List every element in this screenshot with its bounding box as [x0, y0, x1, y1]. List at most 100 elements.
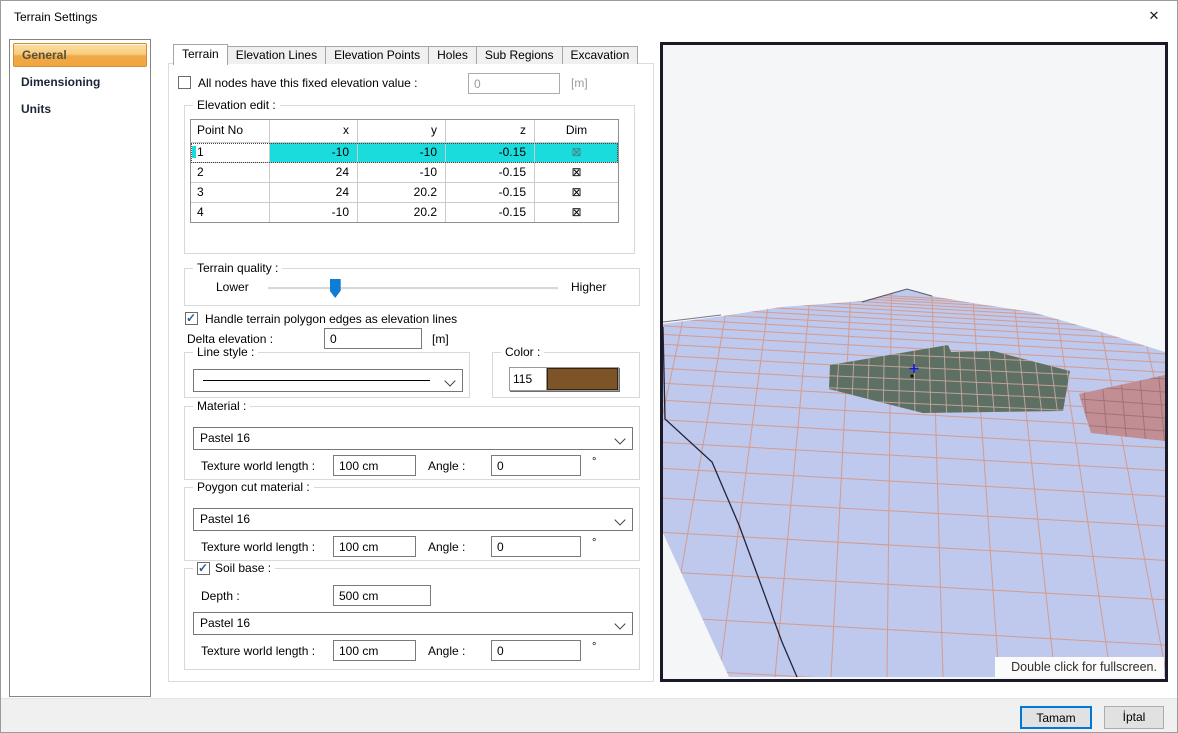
angle-label: Angle : [428, 540, 465, 554]
tab-excavation[interactable]: Excavation [562, 46, 639, 64]
tab-elevation-lines[interactable]: Elevation Lines [227, 46, 326, 64]
terrain-3d-preview[interactable]: Double click for fullscreen. [660, 42, 1168, 682]
cell-x[interactable]: -10 [270, 143, 358, 162]
elevation-table: Point No x y z Dim 1 -10 -10 -0.15 ⊠ 2 2… [190, 119, 619, 223]
fullscreen-hint: Double click for fullscreen. [995, 657, 1164, 678]
chevron-down-icon [614, 514, 625, 525]
delta-elevation-input[interactable] [324, 328, 422, 349]
settings-nav: General Dimensioning Units [9, 39, 151, 697]
chevron-down-icon [614, 433, 625, 444]
polygon-cut-selected-value: Pastel 16 [200, 512, 250, 526]
soil-base-material-dropdown[interactable]: Pastel 16 [193, 612, 633, 635]
cell-point-no[interactable]: 4 [191, 203, 270, 222]
table-row[interactable]: 3 24 20.2 -0.15 ⊠ [191, 183, 618, 203]
degree-unit: ° [592, 641, 596, 653]
col-y[interactable]: y [358, 120, 446, 142]
color-legend: Color : [501, 345, 544, 360]
fixed-elevation-input[interactable] [468, 73, 560, 94]
soil-base-selected-value: Pastel 16 [200, 616, 250, 630]
line-style-legend: Line style : [193, 345, 258, 360]
table-row[interactable]: 1 -10 -10 -0.15 ⊠ [191, 143, 618, 163]
chevron-down-icon [444, 375, 455, 386]
fixed-elevation-label: All nodes have this fixed elevation valu… [198, 76, 417, 90]
quality-slider-track[interactable] [268, 287, 558, 289]
table-row[interactable]: 2 24 -10 -0.15 ⊠ [191, 163, 618, 183]
elevation-table-header: Point No x y z Dim [191, 120, 618, 143]
angle-input[interactable] [491, 455, 581, 476]
col-dim[interactable]: Dim [535, 120, 618, 142]
cell-x[interactable]: -10 [270, 203, 358, 222]
polygon-cut-dropdown[interactable]: Pastel 16 [193, 508, 633, 531]
sidebar-item-units[interactable]: Units [13, 97, 147, 121]
col-point-no[interactable]: Point No [191, 120, 270, 142]
soil-base-legend: Soil base : [193, 561, 275, 576]
cell-y[interactable]: -10 [358, 143, 446, 162]
depth-label: Depth : [201, 589, 240, 603]
cell-x[interactable]: 24 [270, 183, 358, 202]
line-style-dropdown[interactable] [193, 369, 463, 392]
col-x[interactable]: x [270, 120, 358, 142]
fixed-elevation-checkbox[interactable] [178, 76, 191, 89]
quality-slider-thumb[interactable] [330, 279, 341, 298]
angle-input[interactable] [491, 640, 581, 661]
cell-y[interactable]: 20.2 [358, 183, 446, 202]
texture-length-label: Texture world length : [201, 540, 315, 554]
handle-edges-checkbox[interactable] [185, 312, 198, 325]
cell-x[interactable]: 24 [270, 163, 358, 182]
material-legend: Material : [193, 399, 250, 414]
texture-length-label: Texture world length : [201, 644, 315, 658]
dim-checkbox-icon[interactable]: ⊠ [535, 143, 618, 162]
polygon-cut-material-group: Poygon cut material : Pastel 16 Texture … [184, 487, 640, 561]
tab-sub-regions[interactable]: Sub Regions [476, 46, 563, 64]
dim-checkbox-icon[interactable]: ⊠ [535, 203, 618, 222]
cell-point-no: 1 [191, 143, 270, 162]
soil-base-label: Soil base : [215, 561, 271, 576]
soil-base-group: Soil base : Depth : Pastel 16 Texture wo… [184, 568, 640, 670]
terrain-quality-legend: Terrain quality : [193, 261, 282, 276]
terrain-settings-dialog: Terrain Settings ✕ General Dimensioning … [0, 0, 1178, 733]
polygon-cut-legend: Poygon cut material : [193, 480, 314, 495]
handle-edges-label: Handle terrain polygon edges as elevatio… [205, 312, 457, 326]
delta-elevation-unit: [m] [432, 332, 449, 346]
elevation-edit-legend: Elevation edit : [193, 98, 280, 113]
color-picker[interactable]: 115 [509, 367, 619, 391]
cell-y[interactable]: 20.2 [358, 203, 446, 222]
texture-length-input[interactable] [333, 455, 416, 476]
preview-canvas [663, 45, 1165, 679]
cell-point-no[interactable]: 3 [191, 183, 270, 202]
cell-z[interactable]: -0.15 [446, 203, 535, 222]
soil-base-checkbox[interactable] [197, 562, 210, 575]
angle-input[interactable] [491, 536, 581, 557]
window-title: Terrain Settings [14, 10, 97, 24]
texture-length-input[interactable] [333, 640, 416, 661]
texture-length-input[interactable] [333, 536, 416, 557]
cancel-button[interactable]: İptal [1104, 706, 1164, 729]
cell-z[interactable]: -0.15 [446, 143, 535, 162]
angle-label: Angle : [428, 459, 465, 473]
slider-higher-label: Higher [571, 280, 606, 294]
terrain-quality-group: Terrain quality : Lower Higher [184, 268, 640, 306]
tab-strip: Terrain Elevation Lines Elevation Points… [173, 44, 637, 64]
material-group: Material : Pastel 16 Texture world lengt… [184, 406, 640, 480]
ok-button[interactable]: Tamam [1020, 706, 1092, 729]
table-row[interactable]: 4 -10 20.2 -0.15 ⊠ [191, 203, 618, 222]
color-swatch[interactable] [547, 368, 618, 390]
cell-y[interactable]: -10 [358, 163, 446, 182]
sidebar-item-general[interactable]: General [13, 43, 147, 67]
cell-z[interactable]: -0.15 [446, 163, 535, 182]
point-marker-dot [910, 374, 913, 377]
col-z[interactable]: z [446, 120, 535, 142]
cell-point-no[interactable]: 2 [191, 163, 270, 182]
dim-checkbox-icon[interactable]: ⊠ [535, 183, 618, 202]
slider-lower-label: Lower [216, 280, 249, 294]
sidebar-item-dimensioning[interactable]: Dimensioning [13, 70, 147, 94]
close-icon[interactable]: ✕ [1131, 1, 1177, 31]
tab-holes[interactable]: Holes [428, 46, 477, 64]
dim-checkbox-icon[interactable]: ⊠ [535, 163, 618, 182]
depth-input[interactable] [333, 585, 431, 606]
degree-unit: ° [592, 537, 596, 549]
tab-elevation-points[interactable]: Elevation Points [325, 46, 429, 64]
tab-terrain[interactable]: Terrain [173, 44, 228, 65]
cell-z[interactable]: -0.15 [446, 183, 535, 202]
material-dropdown[interactable]: Pastel 16 [193, 427, 633, 450]
